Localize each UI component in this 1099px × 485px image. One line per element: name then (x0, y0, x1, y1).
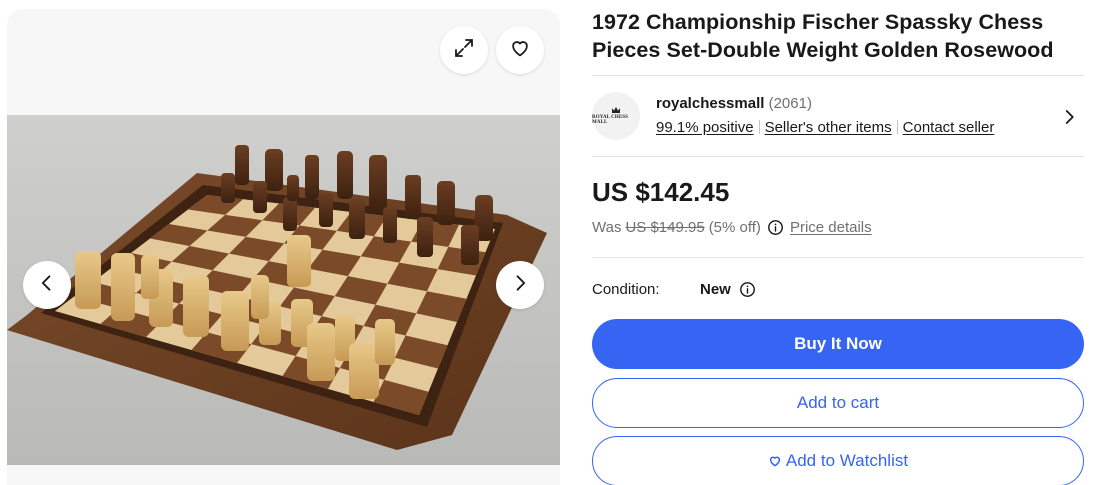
divider (592, 257, 1084, 258)
seller-name[interactable]: royalchessmall (656, 95, 764, 112)
chevron-right-icon (1060, 110, 1078, 130)
price-details-link[interactable]: Price details (790, 219, 872, 236)
image-gallery (7, 9, 560, 485)
heart-icon (509, 37, 531, 64)
next-image-button[interactable] (496, 261, 544, 309)
seller-avatar[interactable]: ROYAL CHESS MALL (592, 92, 640, 140)
watchlist-label: Add to Watchlist (785, 451, 909, 470)
separator (758, 120, 760, 134)
listing-title: 1972 Championship Fischer Spassky Chess … (592, 10, 1054, 62)
crown-icon (612, 107, 620, 113)
product-photo[interactable] (7, 115, 560, 465)
seller-feedback-count: (2061) (768, 95, 812, 112)
contact-seller-link[interactable]: Contact seller (903, 119, 995, 136)
info-icon[interactable] (739, 281, 756, 298)
add-to-cart-button[interactable]: Add to cart (592, 378, 1084, 428)
price: US $142.45 (592, 177, 730, 207)
info-icon[interactable] (767, 219, 784, 236)
expand-button[interactable] (440, 26, 488, 74)
discount: (5% off) (708, 219, 761, 236)
condition-value-line: New (700, 281, 756, 298)
previous-image-button[interactable] (23, 261, 71, 309)
favorite-button[interactable] (496, 26, 544, 74)
chevron-right-icon (510, 273, 530, 298)
expand-icon (452, 36, 476, 65)
divider (592, 75, 1084, 76)
divider (592, 156, 1084, 157)
chevron-left-icon (37, 273, 57, 298)
was-price-line: Was US $149.95 (5% off) Price details (592, 219, 872, 236)
seller-name-line: royalchessmall (2061) (656, 95, 812, 112)
buy-it-now-button[interactable]: Buy It Now (592, 319, 1084, 369)
seller-logo-text: ROYAL CHESS MALL (592, 115, 629, 125)
was-label: Was (592, 219, 622, 236)
condition-value: New (700, 281, 731, 298)
seller-links: 99.1% positive Seller's other items Contac… (656, 119, 994, 136)
seller-details-button[interactable] (1060, 108, 1078, 131)
seller-positive-link[interactable]: 99.1% positive (656, 119, 754, 136)
heart-icon (768, 454, 782, 468)
add-to-watchlist-button[interactable]: Add to Watchlist (592, 436, 1084, 485)
separator (896, 120, 898, 134)
original-price: US $149.95 (625, 219, 705, 236)
condition-label: Condition: (592, 281, 660, 298)
seller-other-items-link[interactable]: Seller's other items (765, 119, 892, 136)
